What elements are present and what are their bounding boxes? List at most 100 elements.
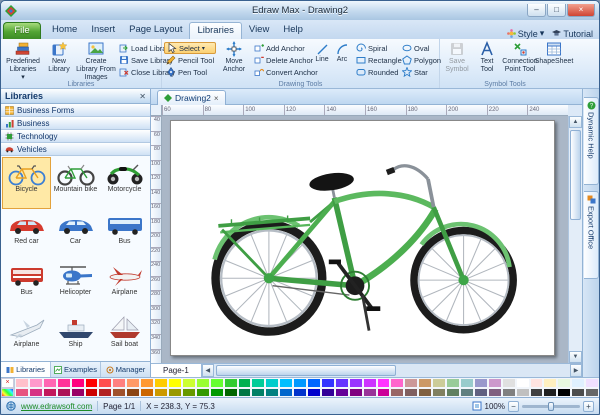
vertical-scrollbar[interactable]: ▲ ▼: [568, 116, 582, 363]
panel-tab-examples[interactable]: Examples: [51, 362, 101, 377]
save-symbol-button[interactable]: Save Symbol: [442, 41, 472, 74]
tutorial-link[interactable]: Tutorial: [552, 29, 593, 39]
palette-color-swatch[interactable]: [238, 388, 252, 398]
palette-color-swatch[interactable]: [15, 388, 29, 398]
palette-color-swatch[interactable]: [293, 378, 307, 388]
palette-color-swatch[interactable]: [293, 388, 307, 398]
horizontal-scroll-thumb[interactable]: [216, 365, 396, 376]
export-office-tab[interactable]: Export Office: [584, 191, 599, 279]
dynamic-help-tab[interactable]: ? Dynamic Help: [584, 97, 599, 185]
pen-tool-button[interactable]: Pen Tool: [164, 66, 216, 78]
category-technology[interactable]: Technology: [1, 130, 150, 143]
palette-color-swatch[interactable]: [85, 388, 99, 398]
page-tab[interactable]: Page-1: [151, 364, 202, 377]
new-library-button[interactable]: New Library: [44, 41, 74, 74]
palette-color-swatch[interactable]: [446, 388, 460, 398]
pencil-tool-button[interactable]: Pencil Tool: [164, 54, 216, 66]
library-thumbnail-airplane-jet[interactable]: Airplane: [2, 312, 51, 364]
panel-tab-manager[interactable]: Manager: [101, 362, 150, 377]
palette-color-swatch[interactable]: [98, 378, 112, 388]
text-tool-button[interactable]: Text Tool: [474, 41, 500, 74]
palette-color-swatch[interactable]: [168, 388, 182, 398]
library-thumbnail-ship[interactable]: Ship: [51, 312, 100, 364]
palette-color-swatch[interactable]: [404, 378, 418, 388]
palette-color-swatch[interactable]: [224, 388, 238, 398]
maximize-button[interactable]: □: [547, 4, 566, 17]
palette-color-swatch[interactable]: [182, 378, 196, 388]
palette-color-swatch[interactable]: [571, 378, 585, 388]
palette-color-swatch[interactable]: [112, 388, 126, 398]
zoom-in-button[interactable]: +: [583, 401, 594, 412]
palette-color-swatch[interactable]: [543, 378, 557, 388]
palette-color-swatch[interactable]: [112, 378, 126, 388]
oval-tool-button[interactable]: Oval: [400, 42, 438, 54]
palette-color-swatch[interactable]: [71, 378, 85, 388]
scroll-down-icon[interactable]: ▼: [569, 351, 582, 363]
palette-color-swatch[interactable]: [29, 388, 43, 398]
palette-color-swatch[interactable]: [43, 388, 57, 398]
palette-color-swatch[interactable]: [126, 378, 140, 388]
scroll-right-icon[interactable]: ▶: [570, 364, 582, 377]
minimize-button[interactable]: –: [527, 4, 546, 17]
palette-color-swatch[interactable]: [390, 388, 404, 398]
fit-page-icon[interactable]: [472, 401, 482, 411]
gradient-fill-icon[interactable]: [1, 388, 14, 397]
palette-color-swatch[interactable]: [279, 388, 293, 398]
palette-color-swatch[interactable]: [251, 378, 265, 388]
library-thumbnail-motorcycle[interactable]: Motorcycle: [100, 157, 149, 209]
shapesheet-button[interactable]: ShapeSheet: [540, 41, 568, 66]
category-business-forms[interactable]: Business Forms: [1, 104, 150, 117]
close-button[interactable]: ×: [567, 4, 595, 17]
palette-color-swatch[interactable]: [516, 388, 530, 398]
line-tool-button[interactable]: Line: [312, 43, 332, 63]
palette-color-swatch[interactable]: [238, 378, 252, 388]
create-library-from-images-button[interactable]: Create Library From Images: [75, 41, 117, 82]
palette-color-swatch[interactable]: [530, 378, 544, 388]
tab-insert[interactable]: Insert: [84, 22, 122, 39]
library-thumbnail-bus[interactable]: Bus: [100, 209, 149, 261]
scroll-up-icon[interactable]: ▲: [569, 116, 582, 128]
palette-color-swatch[interactable]: [363, 378, 377, 388]
palette-color-swatch[interactable]: [557, 388, 571, 398]
spiral-tool-button[interactable]: Spiral: [354, 42, 398, 54]
palette-color-swatch[interactable]: [57, 378, 71, 388]
palette-color-swatch[interactable]: [265, 388, 279, 398]
palette-color-swatch[interactable]: [307, 378, 321, 388]
palette-color-swatch[interactable]: [404, 388, 418, 398]
palette-color-swatch[interactable]: [126, 388, 140, 398]
palette-color-swatch[interactable]: [460, 388, 474, 398]
document-tab-drawing2[interactable]: Drawing2 ×: [157, 90, 226, 105]
palette-color-swatch[interactable]: [516, 378, 530, 388]
select-tool-button[interactable]: Select ▾: [164, 42, 216, 54]
palette-color-swatch[interactable]: [488, 378, 502, 388]
library-thumbnail-red-car[interactable]: Red car: [2, 209, 51, 261]
palette-color-swatch[interactable]: [502, 388, 516, 398]
palette-color-swatch[interactable]: [543, 388, 557, 398]
palette-color-swatch[interactable]: [321, 388, 335, 398]
palette-color-swatch[interactable]: [377, 388, 391, 398]
palette-color-swatch[interactable]: [460, 378, 474, 388]
palette-color-swatch[interactable]: [210, 378, 224, 388]
tab-home[interactable]: Home: [45, 22, 84, 39]
panel-close-icon[interactable]: ✕: [139, 92, 146, 101]
palette-color-swatch[interactable]: [502, 378, 516, 388]
palette-color-swatch[interactable]: [335, 378, 349, 388]
rounded-rectangle-tool-button[interactable]: Rounded: [354, 66, 398, 78]
horizontal-scrollbar[interactable]: ◀ ▶: [202, 364, 582, 377]
palette-color-swatch[interactable]: [390, 378, 404, 388]
palette-color-swatch[interactable]: [140, 388, 154, 398]
move-anchor-button[interactable]: Move Anchor: [218, 41, 250, 74]
palette-color-swatch[interactable]: [168, 378, 182, 388]
style-menu[interactable]: Style ▾: [507, 28, 545, 39]
palette-color-swatch[interactable]: [349, 378, 363, 388]
palette-color-swatch[interactable]: [57, 388, 71, 398]
convert-anchor-button[interactable]: Convert Anchor: [252, 66, 310, 78]
palette-color-swatch[interactable]: [585, 388, 599, 398]
website-link[interactable]: www.edrawsoft.com: [21, 402, 92, 411]
library-thumbnail-bus-red[interactable]: Bus: [2, 260, 51, 312]
zoom-slider[interactable]: [522, 405, 580, 408]
palette-color-swatch[interactable]: [418, 388, 432, 398]
palette-color-swatch[interactable]: [585, 378, 599, 388]
palette-color-swatch[interactable]: [71, 388, 85, 398]
library-thumbnail-sail-boat[interactable]: Sail boat: [100, 312, 149, 364]
